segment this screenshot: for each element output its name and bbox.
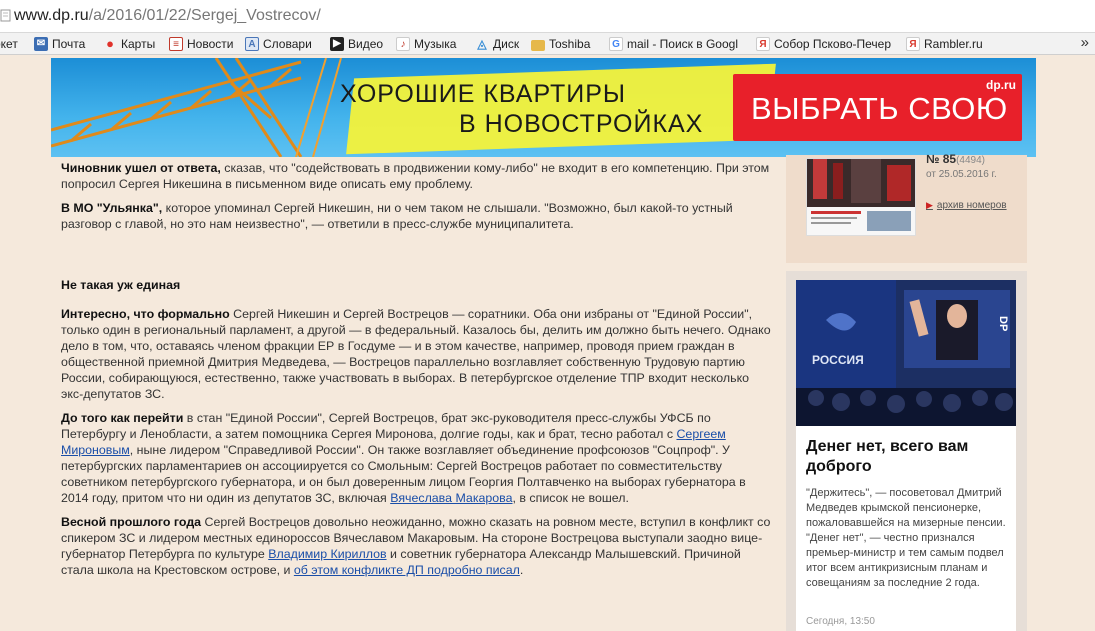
- bookmark-label: Toshiba: [549, 37, 591, 51]
- bookmark-label: Видео: [348, 37, 384, 51]
- page-icon: [0, 8, 12, 22]
- highlight-stroke: [346, 63, 776, 155]
- news-summary: "Держитесь", — посоветовал Дмитрий Медве…: [806, 487, 1006, 589]
- paragraph-lead: Чиновник ушел от ответа,: [61, 161, 221, 175]
- svg-text:РОССИЯ: РОССИЯ: [812, 353, 864, 367]
- svg-text:DP: DP: [997, 316, 1009, 331]
- bookmark-item-sobor[interactable]: Я Собор Псково-Печер: [756, 36, 891, 52]
- bookmark-label: Диск: [493, 37, 520, 51]
- issue-number-value: № 85: [926, 152, 957, 166]
- paragraph-lead: До того как перейти: [61, 411, 184, 425]
- link-vladimir-kirillov[interactable]: Владимир Кириллов: [268, 547, 386, 561]
- article-paragraph: Весной прошлого года Сергей Вострецов до…: [61, 514, 771, 578]
- paragraph-text: которое упоминал Сергей Никешин, ни о че…: [61, 201, 733, 231]
- bookmark-label: mail - Поиск в Googl: [627, 37, 738, 51]
- bookmark-item-maps[interactable]: ● Карты: [103, 36, 155, 52]
- music-icon: ♪: [396, 37, 410, 51]
- paragraph-lead: Интересно, что формально: [61, 307, 230, 321]
- news-card[interactable]: РОССИЯ DP Денег нет, всего вам доброго "…: [796, 280, 1016, 631]
- disk-icon: ◬: [477, 37, 487, 51]
- article-subheading: Не такая уж единая: [61, 278, 181, 292]
- folder-icon: [531, 39, 545, 51]
- bookmark-item-mail[interactable]: ✉ Почта: [34, 36, 85, 52]
- paragraph-text: , в список не вошел.: [512, 491, 629, 505]
- bookmark-label: Музыка: [414, 37, 457, 51]
- address-bar[interactable]: www.dp.ru/a/2016/01/22/Sergej_Vostrecov/: [0, 0, 1095, 33]
- bookmark-label: Карты: [121, 37, 156, 51]
- banner-cta-label: ВЫБРАТЬ СВОЮ: [751, 91, 1008, 126]
- paragraph-lead: Весной прошлого года: [61, 515, 202, 529]
- article-paragraph: Чиновник ушел от ответа, сказав, что "со…: [61, 160, 771, 192]
- dictionary-icon: A: [245, 37, 259, 51]
- bookmark-item[interactable]: окет: [0, 36, 18, 52]
- article-body: Чиновник ушел от ответа, сказав, что "со…: [61, 160, 771, 586]
- news-icon: ≡: [169, 37, 183, 51]
- issue-count: (4494): [956, 155, 985, 166]
- bookmark-item-google[interactable]: G mail - Поиск в Googl: [609, 36, 738, 52]
- paragraph-lead: В МО "Ульянка",: [61, 201, 163, 215]
- url-text[interactable]: www.dp.ru/a/2016/01/22/Sergej_Vostrecov/: [14, 7, 321, 25]
- arrow-right-icon: ▶: [926, 200, 933, 210]
- map-pin-icon: ●: [106, 36, 114, 51]
- yandex-icon: Я: [756, 37, 770, 51]
- archive-link[interactable]: ▶ архив номеров: [926, 200, 1007, 211]
- bookmarks-bar: окет ✉ Почта ● Карты ≡ Новости A Словари…: [0, 33, 1095, 55]
- link-vyacheslav-makarov[interactable]: Вячеслава Макарова: [390, 491, 512, 505]
- mail-icon: ✉: [34, 37, 48, 51]
- article-paragraph: До того как перейти в стан "Единой Росси…: [61, 410, 771, 506]
- bookmark-item-rambler[interactable]: Я Rambler.ru: [906, 36, 983, 52]
- bookmark-item-toshiba[interactable]: Toshiba: [531, 36, 590, 52]
- issue-box: № 85(4494) от 25.05.2016 г. ▶ архив номер…: [786, 152, 1027, 263]
- issue-cover-thumbnail[interactable]: [806, 158, 916, 236]
- bookmark-item-dictionary[interactable]: A Словари: [245, 36, 312, 52]
- bookmark-label: окет: [0, 37, 18, 51]
- url-path: /a/2016/01/22/Sergej_Vostrecov/: [88, 7, 321, 24]
- bookmark-label: Новости: [187, 37, 234, 51]
- paragraph-text: .: [519, 563, 524, 577]
- video-icon: ▶: [330, 37, 344, 51]
- article-paragraph: В МО "Ульянка", которое упоминал Сергей …: [61, 200, 771, 232]
- bookmark-label: Rambler.ru: [924, 37, 983, 51]
- ad-banner[interactable]: ХОРОШИЕ КВАРТИРЫ В НОВОСТРОЙКАХ dp.ru ВЫ…: [51, 58, 1036, 157]
- banner-line-1: ХОРОШИЕ КВАРТИРЫ: [340, 80, 627, 108]
- bookmark-label: Почта: [52, 37, 86, 51]
- url-host: www.dp.ru: [14, 7, 89, 24]
- issue-number: № 85(4494): [926, 152, 985, 166]
- google-icon: G: [609, 37, 623, 51]
- yandex-icon: Я: [906, 37, 920, 51]
- link-conflict-article[interactable]: об этом конфликте ДП подробно писал: [294, 563, 520, 577]
- bookmark-item-video[interactable]: ▶ Видео: [330, 36, 383, 52]
- bookmarks-more-icon[interactable]: »: [1081, 34, 1089, 51]
- dp-logo: dp.ru: [986, 78, 1016, 92]
- news-timestamp: Сегодня, 13:50: [806, 616, 875, 627]
- paragraph-text: Сергей Никешин и Сергей Вострецов — сора…: [61, 307, 771, 401]
- bookmark-label: Словари: [263, 37, 312, 51]
- bookmark-item-news[interactable]: ≡ Новости: [169, 36, 233, 52]
- issue-date: от 25.05.2016 г.: [926, 169, 997, 180]
- news-photo[interactable]: РОССИЯ DP: [796, 280, 1016, 426]
- banner-line-2: В НОВОСТРОЙКАХ: [459, 110, 704, 138]
- article-paragraph: Интересно, что формально Сергей Никешин …: [61, 306, 771, 402]
- bookmark-item-disk[interactable]: ◬ Диск: [475, 36, 519, 52]
- archive-link-label: архив номеров: [936, 200, 1007, 211]
- banner-cta-button[interactable]: dp.ru ВЫБРАТЬ СВОЮ: [733, 74, 1022, 141]
- news-title[interactable]: Денег нет, всего вам доброго: [806, 437, 1011, 477]
- bookmark-label: Собор Псково-Печер: [774, 37, 891, 51]
- bookmark-item-music[interactable]: ♪ Музыка: [396, 36, 456, 52]
- news-card-container: РОССИЯ DP Денег нет, всего вам доброго "…: [786, 271, 1027, 631]
